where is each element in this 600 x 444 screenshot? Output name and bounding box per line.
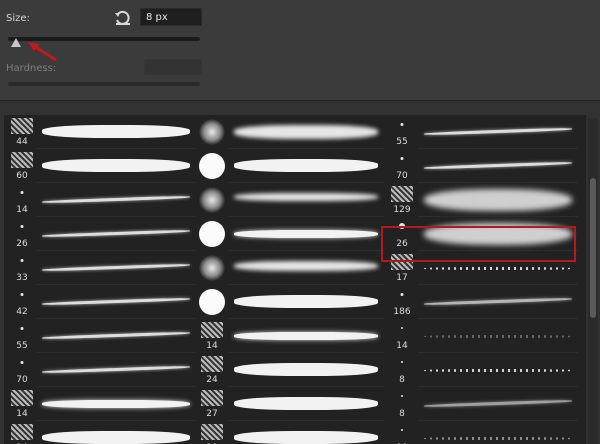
brush-size: 17 (396, 273, 408, 283)
brush-size: 55 (396, 137, 408, 147)
brush-stroke-preview[interactable] (228, 115, 384, 149)
brush-size: 8 (399, 409, 405, 419)
brush-thumb[interactable]: 99 (384, 421, 420, 444)
brush-stroke-preview[interactable] (36, 115, 196, 149)
brush-stroke-preview[interactable] (228, 217, 384, 251)
brush-size: 8 (399, 375, 405, 385)
size-input[interactable]: 8 px (140, 8, 202, 26)
brush-size: 14 (206, 341, 218, 351)
scrollbar-thumb[interactable] (590, 178, 596, 318)
brush-stroke-preview[interactable] (418, 115, 578, 149)
size-label: Size: (6, 13, 30, 24)
brush-stroke-preview[interactable] (228, 387, 384, 421)
brush-stroke-preview[interactable] (418, 387, 578, 421)
brush-stroke-preview[interactable] (418, 149, 578, 183)
brush-size: 70 (16, 375, 28, 385)
brush-stroke-preview[interactable] (418, 421, 578, 444)
brush-thumb[interactable]: 14 (384, 319, 420, 353)
brush-stroke-preview[interactable] (418, 353, 578, 387)
hardness-slider[interactable] (8, 82, 200, 86)
brush-stroke-preview[interactable] (36, 387, 196, 421)
brush-size: 26 (16, 239, 28, 249)
brush-thumb[interactable]: 8 (384, 353, 420, 387)
brush-thumb[interactable]: 55 (384, 115, 420, 149)
brush-stroke-preview[interactable] (418, 319, 578, 353)
brush-preset-grid: 44 60 14 26 33 42 55 70 14 24 14 24 27 3… (4, 115, 586, 444)
brush-thumb[interactable] (194, 217, 228, 251)
brush-size: 129 (393, 205, 411, 215)
brush-stroke-preview[interactable] (36, 251, 196, 285)
brush-stroke-preview[interactable] (36, 421, 196, 444)
brush-thumb[interactable]: 14 (194, 319, 230, 353)
brush-stroke-preview[interactable] (36, 319, 196, 353)
brush-thumb[interactable]: 70 (384, 149, 420, 183)
brush-size: 14 (16, 205, 28, 215)
brush-thumb[interactable]: 129 (384, 183, 420, 217)
brush-thumb[interactable]: 60 (4, 149, 40, 183)
brush-stroke-preview[interactable] (228, 149, 384, 183)
brush-size: 44 (16, 137, 28, 147)
brush-size: 70 (396, 171, 408, 181)
brush-thumb[interactable]: 8 (384, 387, 420, 421)
brush-size: 33 (16, 273, 28, 283)
brush-stroke-preview[interactable] (228, 421, 384, 444)
brush-thumb[interactable] (194, 285, 228, 319)
reset-icon[interactable] (114, 10, 132, 26)
brush-stroke-preview[interactable] (36, 217, 196, 251)
brush-stroke-preview[interactable] (228, 183, 384, 217)
selected-brush-highlight (381, 226, 576, 262)
brush-stroke-preview[interactable] (36, 183, 196, 217)
brush-grid-scrollbar[interactable] (588, 118, 598, 444)
brush-stroke-preview[interactable] (36, 149, 196, 183)
brush-thumb[interactable] (194, 251, 228, 285)
brush-stroke-preview[interactable] (36, 353, 196, 387)
brush-thumb[interactable]: 27 (194, 387, 230, 421)
panel-divider (0, 100, 600, 101)
red-arrow-icon (28, 42, 57, 62)
brush-thumb[interactable]: 24 (194, 353, 230, 387)
brush-thumb[interactable] (194, 149, 228, 183)
brush-stroke-preview[interactable] (418, 285, 578, 319)
brush-stroke-preview[interactable] (418, 183, 578, 217)
brush-stroke-preview[interactable] (228, 251, 384, 285)
brush-stroke-preview[interactable] (228, 353, 384, 387)
brush-size: 60 (16, 171, 28, 181)
brush-thumb[interactable] (194, 115, 228, 149)
hardness-label: Hardness: (6, 63, 57, 74)
brush-stroke-preview[interactable] (228, 319, 384, 353)
brush-size: 24 (206, 375, 218, 385)
brush-thumb[interactable]: 14 (4, 387, 40, 421)
brush-size: 14 (396, 341, 408, 351)
brush-thumb[interactable]: 55 (4, 319, 40, 353)
brush-thumb[interactable]: 42 (4, 285, 40, 319)
brush-thumb[interactable]: 186 (384, 285, 420, 319)
brush-thumb[interactable]: 33 (4, 251, 40, 285)
brush-size: 186 (393, 307, 411, 317)
brush-stroke-preview[interactable] (36, 285, 196, 319)
brush-thumb[interactable]: 14 (4, 183, 40, 217)
brush-thumb[interactable]: 24 (4, 421, 40, 444)
brush-thumb[interactable]: 39 (194, 421, 230, 444)
brush-size: 42 (16, 307, 28, 317)
brush-thumb[interactable] (194, 183, 228, 217)
brush-thumb[interactable]: 26 (4, 217, 40, 251)
brush-size: 14 (16, 409, 28, 419)
brush-thumb[interactable]: 44 (4, 115, 40, 149)
brush-size: 27 (206, 409, 218, 419)
hardness-input[interactable] (144, 59, 202, 75)
size-slider-thumb[interactable] (11, 38, 21, 47)
brush-size: 55 (16, 341, 28, 351)
brush-stroke-preview[interactable] (228, 285, 384, 319)
brush-thumb[interactable]: 70 (4, 353, 40, 387)
